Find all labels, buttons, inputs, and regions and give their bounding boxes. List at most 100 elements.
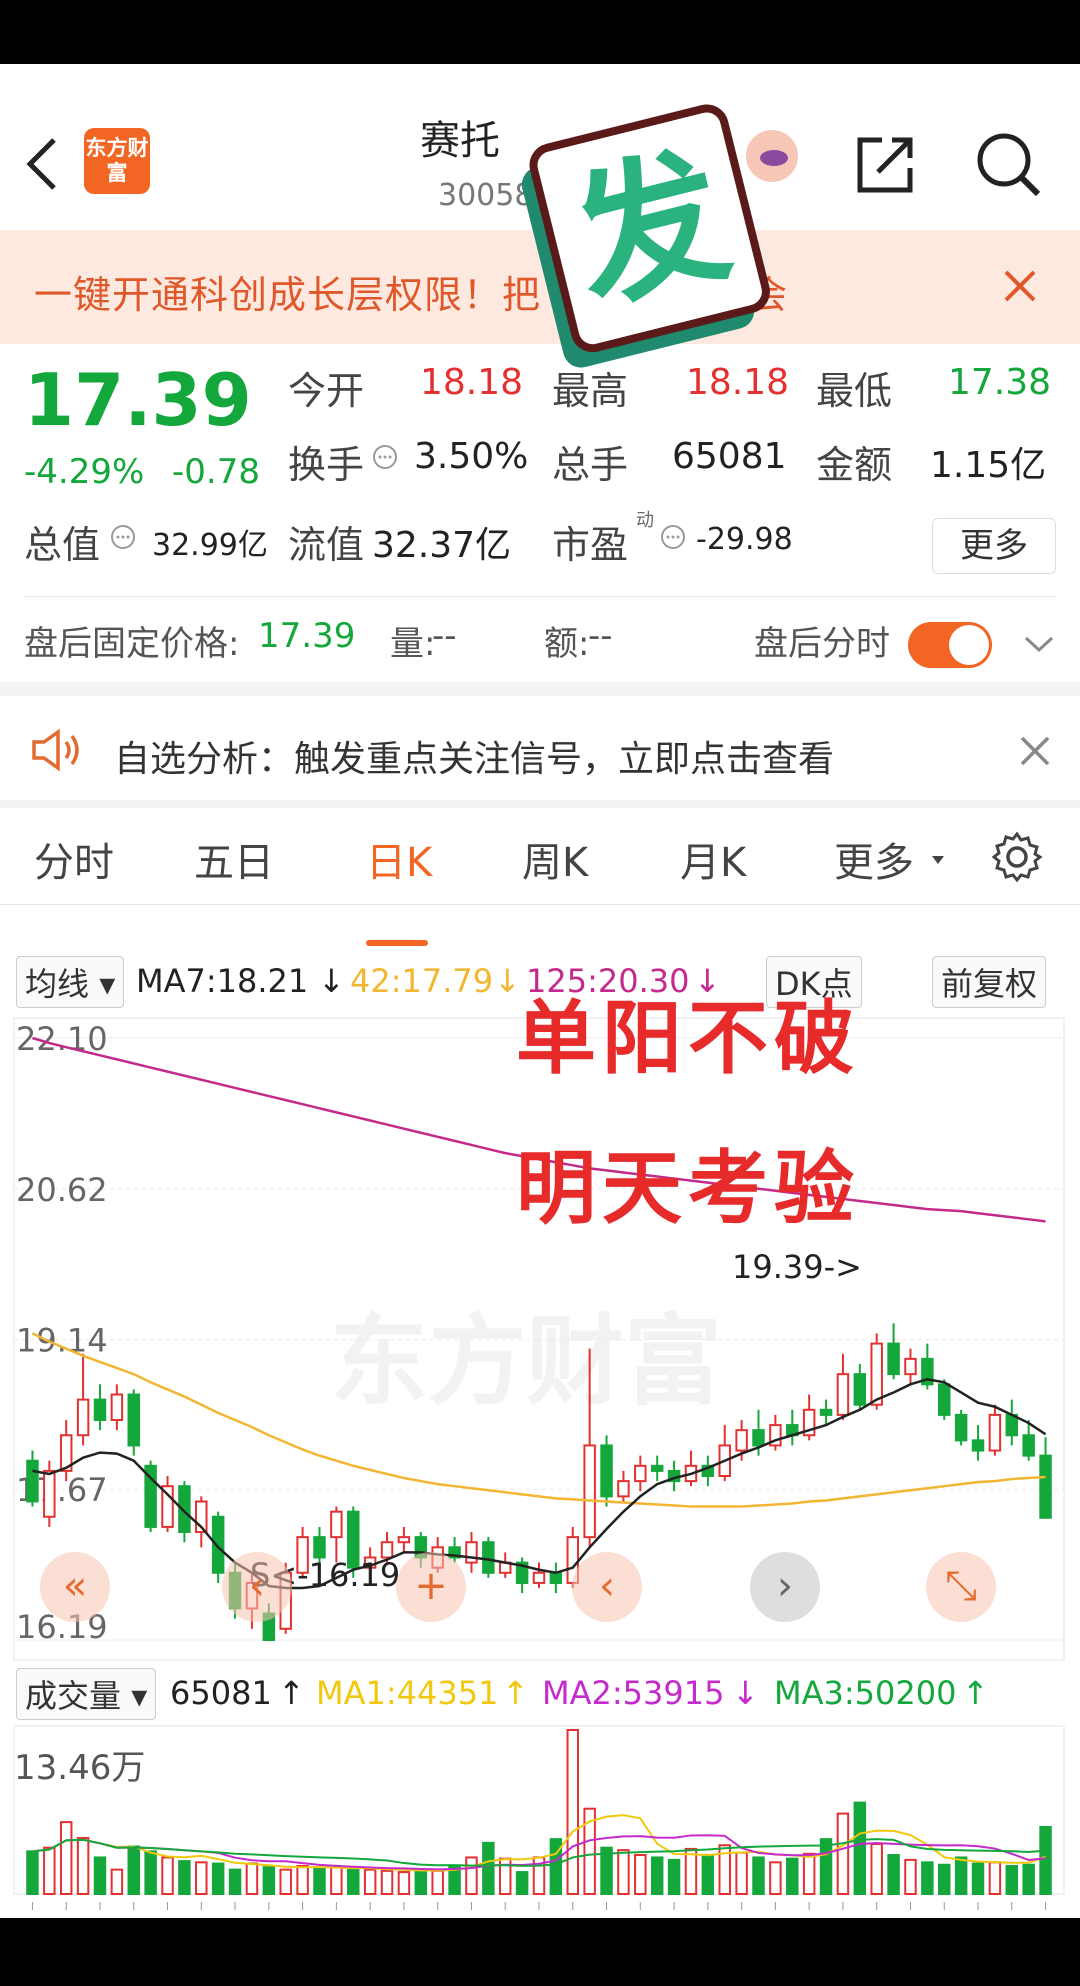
- candle-body: [330, 1510, 343, 1539]
- volume-bar: [330, 1866, 343, 1896]
- candle-body: [819, 1408, 833, 1416]
- volume-bar: [465, 1856, 478, 1896]
- volume-bar: [414, 1868, 428, 1895]
- arrow-up-icon: ↑: [278, 1674, 305, 1712]
- arrow-down-icon: ↓: [732, 1674, 759, 1712]
- volume-bar: [870, 1843, 883, 1895]
- volume-bar: [1039, 1825, 1052, 1895]
- volume-bar: [178, 1860, 191, 1896]
- volume-bar: [110, 1868, 124, 1895]
- volume-bar: [127, 1845, 140, 1896]
- volume-bar: [904, 1858, 917, 1896]
- scroll-right-button[interactable]: ›: [750, 1552, 820, 1622]
- candle-body: [1039, 1454, 1052, 1519]
- candle-body: [110, 1393, 124, 1421]
- volume-bar: [43, 1846, 56, 1895]
- candle-body: [26, 1459, 39, 1503]
- y-tick-label: 20.62: [16, 1171, 108, 1209]
- overlay-caption-1: 单阳不破: [516, 992, 860, 1085]
- candle-body: [127, 1393, 140, 1447]
- volume-bar: [938, 1863, 951, 1896]
- volume-bar: [1005, 1864, 1019, 1895]
- volume-bar: [347, 1868, 360, 1895]
- volume-bar: [786, 1857, 799, 1895]
- volume-bar: [431, 1869, 444, 1896]
- volume-bar: [482, 1841, 495, 1896]
- candle-body: [583, 1444, 596, 1539]
- volume-bar: [211, 1862, 225, 1896]
- volume-bar: [650, 1856, 664, 1896]
- system-nav-bar: [0, 1918, 1080, 1986]
- candle-body: [904, 1357, 917, 1376]
- volume-bar: [735, 1851, 748, 1896]
- candle-body: [853, 1373, 867, 1406]
- volume-bar: [887, 1854, 900, 1895]
- candle-body: [397, 1536, 411, 1544]
- candle-body: [549, 1571, 563, 1584]
- zoom-out-button[interactable]: «: [40, 1552, 110, 1622]
- volume-bar: [836, 1812, 850, 1896]
- vol-ma3: MA3:50200: [774, 1674, 957, 1712]
- candle-body: [617, 1480, 630, 1498]
- arrow-up-icon: ↑: [962, 1674, 989, 1712]
- candle-body: [752, 1429, 765, 1447]
- volume-max-label: 13.46万: [14, 1748, 146, 1788]
- candle-body: [76, 1398, 90, 1437]
- volume-bar: [549, 1838, 563, 1896]
- volume-bar: [245, 1862, 259, 1896]
- volume-bar: [228, 1868, 242, 1895]
- candle-body: [313, 1536, 326, 1559]
- volume-bar: [279, 1868, 292, 1895]
- candle-body: [93, 1398, 107, 1421]
- volume-bar: [634, 1854, 647, 1895]
- y-tick-label: 22.10: [16, 1020, 108, 1058]
- overlay-caption-2: 明天考验: [516, 1142, 860, 1235]
- volume-bar: [59, 1821, 73, 1895]
- volume-selector[interactable]: 成交量 ▾: [16, 1668, 157, 1720]
- volume-bar: [26, 1850, 39, 1895]
- volume-bar: [397, 1871, 411, 1896]
- volume-bar: [195, 1861, 208, 1895]
- fullscreen-button[interactable]: ⤡: [926, 1552, 996, 1622]
- candle-body: [532, 1571, 546, 1584]
- scroll-left-button[interactable]: ‹: [572, 1552, 642, 1622]
- candle-body: [465, 1541, 478, 1564]
- volume-bar: [667, 1858, 681, 1896]
- volume-bar: [76, 1836, 90, 1895]
- volume-value: 65081: [170, 1674, 272, 1712]
- volume-bar: [262, 1866, 276, 1896]
- volume-bar: [802, 1852, 816, 1896]
- volume-bar: [144, 1850, 157, 1895]
- vol-ma2: MA2:53915: [542, 1674, 725, 1712]
- app-screen: 东方财富 赛托 30058 一键开通科创成长层权限！把 新、交易机会 17.39…: [0, 64, 1080, 1918]
- volume-bar: [296, 1864, 309, 1895]
- volume-bar: [566, 1729, 580, 1895]
- volume-bar: [515, 1871, 529, 1896]
- candle-body: [600, 1444, 613, 1498]
- high-annotation: 19.39->: [732, 1248, 862, 1286]
- scroll-left-far-button[interactable]: ‹: [222, 1552, 292, 1622]
- zoom-in-button[interactable]: +: [396, 1552, 466, 1622]
- volume-bar: [1022, 1863, 1035, 1896]
- volume-legend-row: 成交量 ▾ 65081 ↑ MA1:44351 ↑ MA2:53915 ↓ MA…: [0, 1668, 1080, 1724]
- volume-bar: [921, 1861, 934, 1895]
- y-tick-label: 19.14: [16, 1322, 108, 1360]
- volume-bar: [617, 1849, 630, 1896]
- volume-bar: [161, 1856, 174, 1896]
- volume-bar: [380, 1869, 394, 1896]
- candle-body: [988, 1413, 1002, 1452]
- candle-body: [650, 1464, 664, 1472]
- volume-bar: [93, 1856, 107, 1896]
- volume-bar: [313, 1867, 326, 1896]
- candle-body: [971, 1439, 985, 1452]
- volume-bar: [701, 1854, 715, 1895]
- volume-bar: [853, 1801, 867, 1896]
- candle-body: [836, 1373, 850, 1416]
- candle-body: [887, 1342, 900, 1376]
- volume-bar: [819, 1838, 833, 1896]
- volume-bar: [971, 1862, 985, 1896]
- volume-bar: [954, 1856, 968, 1896]
- candle-body: [43, 1469, 56, 1518]
- arrow-up-icon: ↑: [502, 1674, 529, 1712]
- candle-body: [735, 1429, 748, 1452]
